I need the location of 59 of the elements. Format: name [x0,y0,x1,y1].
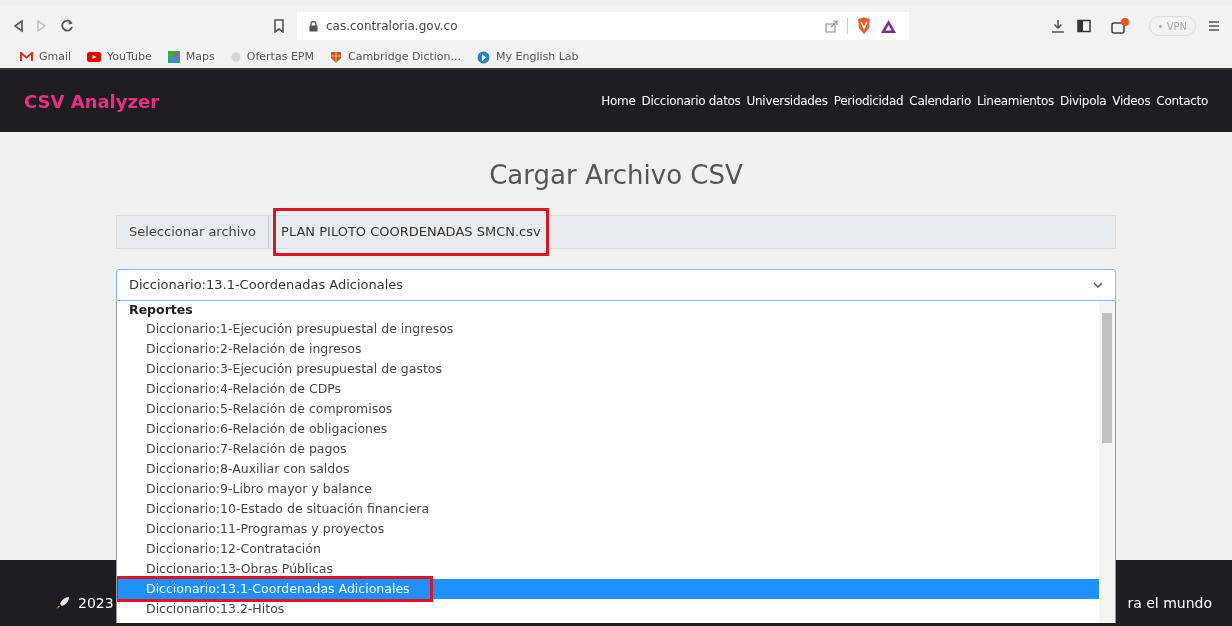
nav-link[interactable]: Calendario [909,92,971,110]
bookmark-link[interactable]: Gmail [39,48,72,66]
share-icon[interactable] [824,19,839,33]
nav-link[interactable]: Periodicidad [833,92,904,110]
dropdown-option[interactable]: Diccionario:9-Libro mayor y balance [117,479,372,499]
dropdown-option[interactable]: Diccionario:4-Relación de CDPs [117,379,342,399]
nav-link[interactable]: Divipola [1060,92,1107,110]
file-name: PLAN PILOTO COORDENADAS SMCN.csv [281,223,541,242]
menu-icon[interactable] [1208,20,1220,32]
dropdown-option[interactable]: Diccionario:3-Ejecución presupuestal de gastos [117,359,442,379]
dropdown-option[interactable]: Diccionario:11-Programas y proyectos [117,519,385,539]
dropdown-option[interactable]: Diccionario:6-Relación de obligaciones [117,419,388,439]
chevron-down-icon [1093,281,1103,289]
back-icon[interactable] [12,19,24,33]
dropdown-option[interactable]: Diccionario:13.2-Hitos [117,599,285,619]
download-icon[interactable] [1050,19,1065,33]
sidebar-icon[interactable] [1076,19,1091,33]
dropdown-option[interactable]: Diccionario:2-Relación de ingresos [117,339,362,359]
brand-title[interactable]: CSV Analyzer [24,87,160,115]
dropdown-option[interactable]: Diccionario:13-Obras Públicas [117,559,333,579]
file-input[interactable]: Seleccionar archivo PLAN PILOTO COORDENADAS SMCN.csv [116,215,1116,249]
nav-link[interactable]: Lineamientos [976,92,1054,110]
page-heading: Cargar Archivo CSV [489,159,743,192]
address-bar[interactable]: cas.contraloria.gov.co [297,12,909,40]
dropdown-option[interactable]: Diccionario:1-Ejecución presupuestal de ingresos [117,319,454,339]
dropdown-option[interactable]: Diccionario:10-Estado de situación financiera [117,499,430,519]
bookmark-link[interactable]: Cambridge Diction... [347,48,462,66]
bookmark-link[interactable]: Maps [185,48,215,66]
nav-link[interactable]: Diccionario datos [641,92,741,110]
globe-icon [477,50,491,64]
nav-link[interactable]: Videos [1112,92,1151,110]
dropdown-option[interactable]: Diccionario:5-Relación de compromisos [117,399,393,419]
page-icon [230,52,241,62]
footer-text: ra el mundo [1127,593,1212,613]
selected-value: Diccionario:13.1-Coordenadas Adicionales [129,276,405,295]
nav-link[interactable]: Contacto [1156,92,1208,110]
nav-link[interactable]: Home [601,92,636,110]
bookmark-link[interactable]: My English Lab [496,48,579,66]
dropdown-option[interactable]: Diccionario:7-Relación de pagos [117,439,347,459]
mail-icon [20,52,33,62]
scrollbar[interactable] [1099,301,1115,623]
bookmark-link[interactable]: Ofertas EPM [246,48,314,66]
map-icon [167,51,180,63]
play-icon [87,52,102,62]
choose-file-label[interactable]: Seleccionar archivo [117,216,270,248]
crest-icon [329,50,342,64]
shield-icon[interactable] [855,17,872,35]
triangle-icon[interactable] [879,18,897,34]
dropdown-option[interactable]: Diccionario:8-Auxiliar con saldos [117,459,350,479]
dropdown-option[interactable]: Diccionario:12-Contratación [117,539,321,559]
lock-icon [309,20,318,32]
footer-text: 2023 [78,593,114,613]
bookmark-link[interactable]: YouTube [107,48,152,66]
bookmark-icon[interactable] [273,19,285,33]
group-label: Reportes [128,301,194,319]
select-field[interactable]: Diccionario:13.1-Coordenadas Adicionales [116,269,1116,301]
nav-link[interactable]: Universidades [746,92,828,110]
reload-icon[interactable] [60,19,74,33]
url-text: cas.contraloria.gov.co [326,18,458,35]
